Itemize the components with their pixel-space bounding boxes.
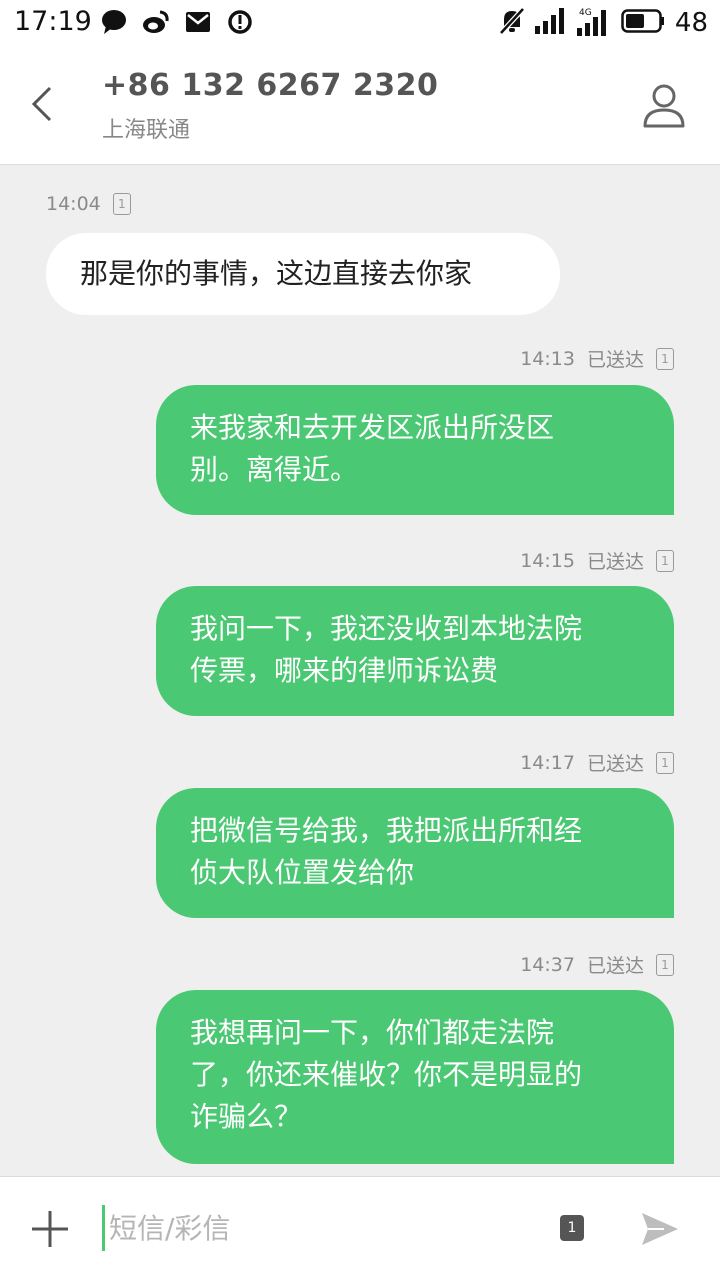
weibo-icon bbox=[142, 8, 170, 40]
contact-carrier: 上海联通 bbox=[102, 118, 191, 143]
sim-card-icon: 1 bbox=[656, 347, 674, 370]
message-time: 14:13 bbox=[520, 347, 575, 370]
signal-icon bbox=[534, 8, 567, 38]
mail-icon bbox=[184, 8, 212, 40]
delivery-status: 已送达 bbox=[586, 349, 644, 371]
message-bubble-outgoing[interactable]: 我问一下，我还没收到本地法院 传票，哪来的律师诉讼费 bbox=[156, 586, 674, 716]
message-meta: 14:15 已送达 1 bbox=[520, 547, 674, 574]
sim-card-icon: 1 bbox=[112, 193, 131, 215]
conversation-header: +86 132 6267 2320 上海联通 bbox=[0, 44, 720, 165]
message-meta: 14:37 已送达 1 bbox=[520, 951, 674, 978]
status-time: 17:19 bbox=[14, 6, 92, 37]
message-input[interactable] bbox=[102, 1205, 531, 1251]
message-text-line: 我想再问一下，你们都走法院 bbox=[190, 1016, 555, 1049]
status-bar: 17:19 4G 48 bbox=[0, 0, 720, 44]
svg-text:4G: 4G bbox=[579, 8, 592, 18]
message-thread[interactable]: 14:04 1 那是你的事情，这边直接去你家 14:13 已送达 1 来我家和去… bbox=[0, 165, 720, 1175]
message-text: 那是你的事情，这边直接去你家 bbox=[80, 257, 473, 290]
sim-card-icon: 1 bbox=[656, 953, 674, 976]
message-text-line: 传票，哪来的律师诉讼费 bbox=[190, 654, 499, 687]
message-text-line: 把微信号给我，我把派出所和经 bbox=[190, 814, 583, 847]
plus-icon bbox=[32, 1211, 68, 1247]
notification-icons bbox=[100, 8, 254, 40]
send-icon bbox=[642, 1213, 678, 1245]
signal-4g-icon: 4G bbox=[576, 6, 611, 40]
status-right: 4G 48 bbox=[499, 6, 708, 40]
message-text-line: 来我家和去开发区派出所没区 bbox=[190, 411, 555, 444]
delivery-status: 已送达 bbox=[586, 753, 644, 775]
message-meta: 14:17 已送达 1 bbox=[520, 749, 674, 776]
message-text-line: 我问一下，我还没收到本地法院 bbox=[190, 612, 583, 645]
message-bubble-outgoing[interactable]: 我想再问一下，你们都走法院 了，你还来催收？你不是明显的 诈骗么？ bbox=[156, 990, 674, 1164]
chat-bubble-icon bbox=[100, 8, 128, 40]
message-text-line: 侦大队位置发给你 bbox=[190, 856, 415, 889]
add-attachment-button[interactable] bbox=[30, 1209, 70, 1249]
message-bubble-incoming[interactable]: 那是你的事情，这边直接去你家 bbox=[46, 233, 560, 315]
message-meta: 14:04 1 bbox=[46, 193, 131, 215]
sim-card-icon: 1 bbox=[656, 549, 674, 572]
sim-card-icon: 1 bbox=[656, 751, 674, 774]
message-text-line: 诈骗么？ bbox=[190, 1100, 303, 1133]
back-button[interactable] bbox=[24, 82, 64, 126]
message-meta: 14:13 已送达 1 bbox=[520, 345, 674, 372]
message-time: 14:17 bbox=[520, 751, 575, 774]
battery-icon bbox=[621, 9, 665, 37]
message-text-line: 了，你还来催收？你不是明显的 bbox=[190, 1058, 583, 1091]
compose-bar: 1 bbox=[0, 1176, 720, 1281]
message-time: 14:04 bbox=[46, 193, 101, 215]
message-time: 14:15 bbox=[520, 549, 575, 572]
message-text-line: 别。离得近。 bbox=[190, 453, 359, 486]
message-bubble-outgoing[interactable]: 把微信号给我，我把派出所和经 侦大队位置发给你 bbox=[156, 788, 674, 918]
sim-select-button[interactable]: 1 bbox=[560, 1215, 584, 1241]
contact-number: +86 132 6267 2320 bbox=[102, 68, 439, 103]
person-icon bbox=[643, 84, 685, 128]
delivery-status: 已送达 bbox=[586, 551, 644, 573]
message-bubble-outgoing[interactable]: 来我家和去开发区派出所没区 别。离得近。 bbox=[156, 385, 674, 515]
delivery-status: 已送达 bbox=[586, 955, 644, 977]
battery-level: 48 bbox=[674, 8, 708, 38]
message-time: 14:37 bbox=[520, 953, 575, 976]
sync-alert-icon bbox=[226, 8, 254, 40]
chevron-left-icon bbox=[31, 86, 52, 122]
mute-icon bbox=[499, 7, 525, 39]
contact-profile-button[interactable] bbox=[642, 82, 686, 130]
send-button[interactable] bbox=[640, 1209, 680, 1249]
